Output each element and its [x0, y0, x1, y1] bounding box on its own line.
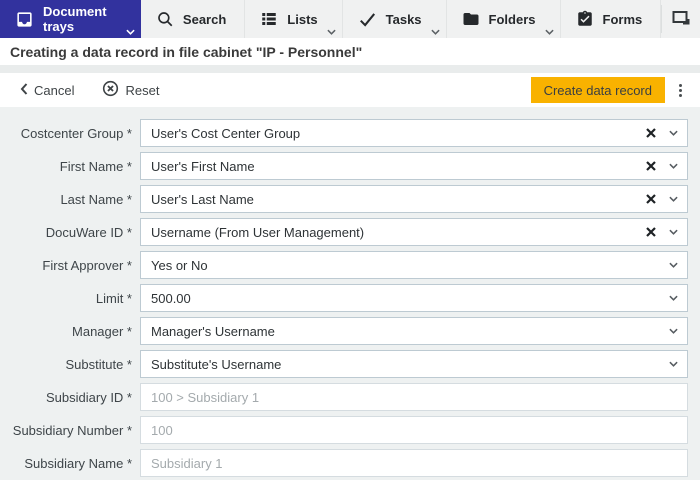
- field-label-docuware-id: DocuWare ID *: [45, 224, 132, 240]
- field-limit[interactable]: 500.00: [140, 284, 688, 312]
- field-costcenter-group[interactable]: User's Cost Center Group: [140, 119, 688, 147]
- cancel-label: Cancel: [34, 82, 75, 98]
- field-label-costcenter-group: Costcenter Group *: [20, 125, 132, 141]
- check-icon: [358, 10, 377, 29]
- form-row: Subsidiary ID * 100 > Subsidiary 1: [0, 383, 688, 411]
- tab-lists[interactable]: Lists: [245, 0, 343, 38]
- field-value: 100: [151, 422, 173, 438]
- folder-icon: [462, 10, 480, 28]
- create-data-record-button[interactable]: Create data record: [530, 77, 665, 103]
- form-row: Subsidiary Number * 100: [0, 416, 688, 444]
- field-subsidiary-name: Subsidiary 1: [140, 449, 688, 477]
- chevron-down-icon: [430, 29, 440, 35]
- kebab-menu-icon[interactable]: [670, 77, 690, 103]
- reset-circle-x-icon: [102, 80, 119, 100]
- form-row: Manager * Manager's Username: [0, 317, 688, 345]
- clear-icon[interactable]: [646, 128, 656, 138]
- field-value: Manager's Username: [151, 323, 275, 339]
- chevron-down-icon[interactable]: [669, 163, 678, 169]
- field-label-first-name: First Name *: [59, 158, 132, 174]
- tray-icon: [15, 10, 34, 29]
- form-row: First Approver * Yes or No: [0, 251, 688, 279]
- field-label-subsidiary-number: Subsidiary Number *: [12, 422, 132, 438]
- chevron-down-icon: [544, 29, 554, 35]
- clipboard-check-icon: [576, 10, 594, 28]
- clear-icon[interactable]: [646, 227, 656, 237]
- reset-button[interactable]: Reset: [102, 80, 159, 100]
- form-area: Costcenter Group * User's Cost Center Gro…: [0, 107, 700, 480]
- tab-label: Document trays: [43, 4, 107, 34]
- field-docuware-id[interactable]: Username (From User Management): [140, 218, 688, 246]
- form-row: Costcenter Group * User's Cost Center Gro…: [0, 119, 688, 147]
- reset-label: Reset: [125, 82, 160, 98]
- search-icon: [156, 10, 174, 28]
- field-label-manager: Manager *: [72, 323, 132, 339]
- chevron-down-icon[interactable]: [669, 262, 678, 268]
- chevron-down-icon[interactable]: [669, 196, 678, 202]
- chevron-down-icon[interactable]: [669, 295, 678, 301]
- clear-icon[interactable]: [646, 161, 656, 171]
- field-value: 100 > Subsidiary 1: [151, 389, 260, 405]
- clear-icon[interactable]: [646, 194, 656, 204]
- field-value: User's First Name: [151, 158, 255, 174]
- tab-folders[interactable]: Folders: [447, 0, 561, 38]
- chevron-down-icon[interactable]: [669, 229, 678, 235]
- tab-label: Search: [182, 11, 227, 27]
- field-label-subsidiary-id: Subsidiary ID *: [46, 389, 132, 405]
- field-subsidiary-number: 100: [140, 416, 688, 444]
- field-label-subsidiary-name: Subsidiary Name *: [24, 455, 132, 471]
- tab-label: Tasks: [385, 11, 422, 27]
- form-row: Subsidiary Name * Subsidiary 1: [0, 449, 688, 477]
- chevron-down-icon: [326, 29, 336, 35]
- page-title: Creating a data record in file cabinet "…: [0, 38, 700, 65]
- toolbar: Cancel Reset Create data record: [0, 73, 700, 107]
- field-value: Substitute's Username: [151, 356, 282, 372]
- divider-strip: [0, 65, 700, 73]
- form-row: Limit * 500.00: [0, 284, 688, 312]
- chevron-down-icon: [126, 29, 135, 35]
- field-label-last-name: Last Name *: [60, 191, 132, 207]
- field-value: Username (From User Management): [151, 224, 365, 240]
- field-label-substitute: Substitute *: [65, 356, 133, 372]
- tab-document-trays[interactable]: Document trays: [0, 0, 141, 38]
- field-manager[interactable]: Manager's Username: [140, 317, 688, 345]
- field-first-approver[interactable]: Yes or No: [140, 251, 688, 279]
- field-subsidiary-id: 100 > Subsidiary 1: [140, 383, 688, 411]
- docuware-app: Document trays Search Lists Tasks Folders For…: [0, 0, 700, 480]
- form-row: Substitute * Substitute's Username: [0, 350, 688, 378]
- tab-label: Forms: [602, 11, 643, 27]
- top-navigation: Document trays Search Lists Tasks Folders For…: [0, 0, 700, 38]
- field-value: Yes or No: [151, 257, 208, 273]
- field-value: User's Last Name: [151, 191, 254, 207]
- detach-window-button[interactable]: [662, 0, 700, 38]
- cancel-button[interactable]: Cancel: [20, 83, 74, 98]
- form-row: DocuWare ID * Username (From User Managem…: [0, 218, 688, 246]
- form-row: First Name * User's First Name: [0, 152, 688, 180]
- field-label-limit: Limit *: [95, 290, 132, 306]
- field-value: User's Cost Center Group: [151, 125, 301, 141]
- field-value: Subsidiary 1: [151, 455, 223, 471]
- tab-search[interactable]: Search: [141, 0, 246, 38]
- chevron-down-icon[interactable]: [669, 130, 678, 136]
- field-substitute[interactable]: Substitute's Username: [140, 350, 688, 378]
- field-label-first-approver: First Approver *: [42, 257, 132, 273]
- field-last-name[interactable]: User's Last Name: [140, 185, 688, 213]
- list-icon: [260, 10, 278, 28]
- tab-label: Folders: [488, 11, 536, 27]
- chevron-down-icon[interactable]: [669, 361, 678, 367]
- chevron-down-icon[interactable]: [669, 328, 678, 334]
- field-value: 500.00: [151, 290, 191, 306]
- form-row: Last Name * User's Last Name: [0, 185, 688, 213]
- tab-label: Lists: [287, 11, 318, 27]
- tab-forms[interactable]: Forms: [561, 0, 662, 38]
- tab-tasks[interactable]: Tasks: [343, 0, 447, 38]
- restore-window-icon: [671, 9, 691, 30]
- field-first-name[interactable]: User's First Name: [140, 152, 688, 180]
- chevron-left-icon: [20, 82, 28, 98]
